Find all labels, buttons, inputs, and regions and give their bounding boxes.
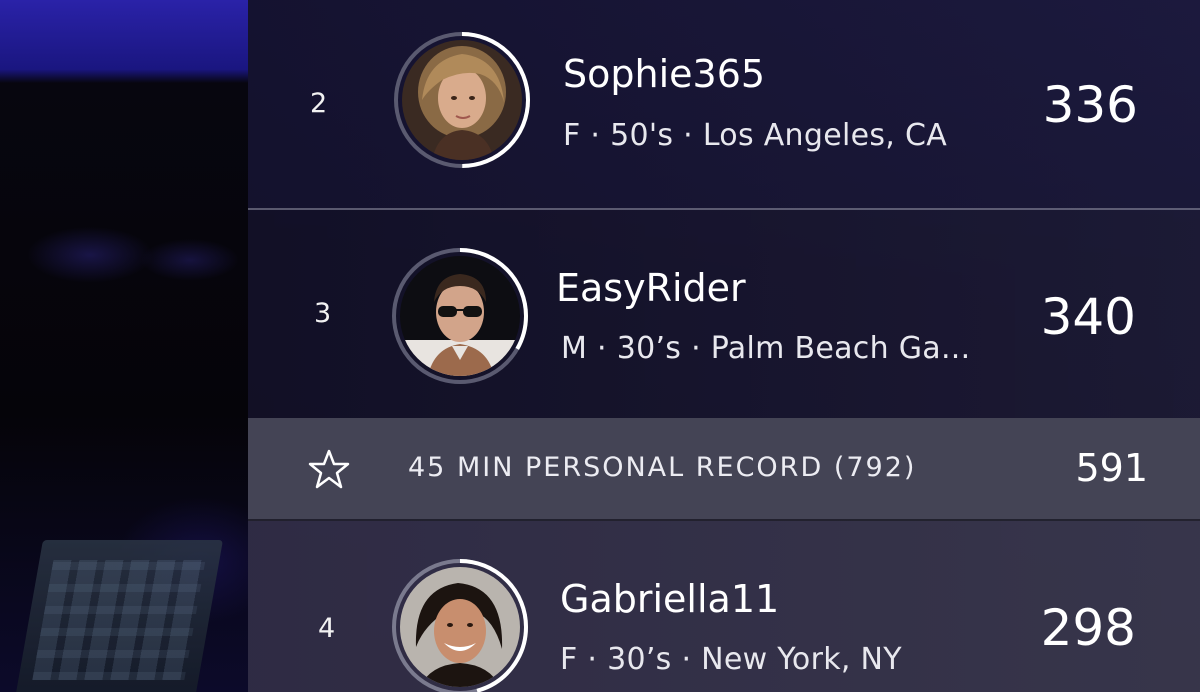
- avatar-progress-ring[interactable]: [390, 557, 530, 692]
- user-details: F · 50's · Los Angeles, CA: [563, 118, 948, 153]
- avatar-progress-ring[interactable]: [390, 246, 530, 386]
- output-score: 298: [1040, 599, 1136, 657]
- personal-record-score: 591: [1075, 446, 1148, 490]
- avatar-progress-ring[interactable]: [392, 30, 532, 170]
- output-score: 336: [1042, 76, 1138, 134]
- avatar: [400, 256, 520, 376]
- user-avatar-photo-icon: [400, 567, 520, 687]
- output-score: 340: [1040, 288, 1136, 346]
- user-details: F · 30’s · New York, NY: [560, 642, 902, 677]
- user-avatar-photo-icon: [402, 40, 522, 160]
- rank-number: 3: [314, 298, 332, 329]
- leaderboard-row[interactable]: 3 EasyRider M · 30’s · Palm Beach Ga... …: [248, 208, 1200, 418]
- star-outline-icon: [308, 449, 350, 489]
- rank-number: 4: [318, 613, 336, 644]
- username[interactable]: Gabriella11: [560, 577, 779, 621]
- personal-record-label: 45 MIN PERSONAL RECORD (792): [408, 452, 917, 483]
- workout-screen: 2 Sophie365 F · 50's · Los Angeles, CA 3…: [0, 0, 1200, 692]
- rank-number: 2: [310, 88, 328, 119]
- background-laptop-image: [13, 540, 223, 692]
- username[interactable]: Sophie365: [563, 52, 765, 96]
- avatar: [402, 40, 522, 160]
- video-background: [0, 0, 248, 692]
- leaderboard-row[interactable]: 4 Gabriella11 F · 30’s · New York, NY 29…: [248, 519, 1200, 692]
- personal-record-row: 45 MIN PERSONAL RECORD (792) 591: [248, 418, 1200, 519]
- username[interactable]: EasyRider: [556, 266, 746, 310]
- user-details: M · 30’s · Palm Beach Ga...: [561, 331, 971, 366]
- avatar: [400, 567, 520, 687]
- leaderboard-row[interactable]: 2 Sophie365 F · 50's · Los Angeles, CA 3…: [248, 0, 1200, 208]
- user-avatar-photo-icon: [400, 256, 520, 376]
- leaderboard-panel[interactable]: 2 Sophie365 F · 50's · Los Angeles, CA 3…: [248, 0, 1200, 692]
